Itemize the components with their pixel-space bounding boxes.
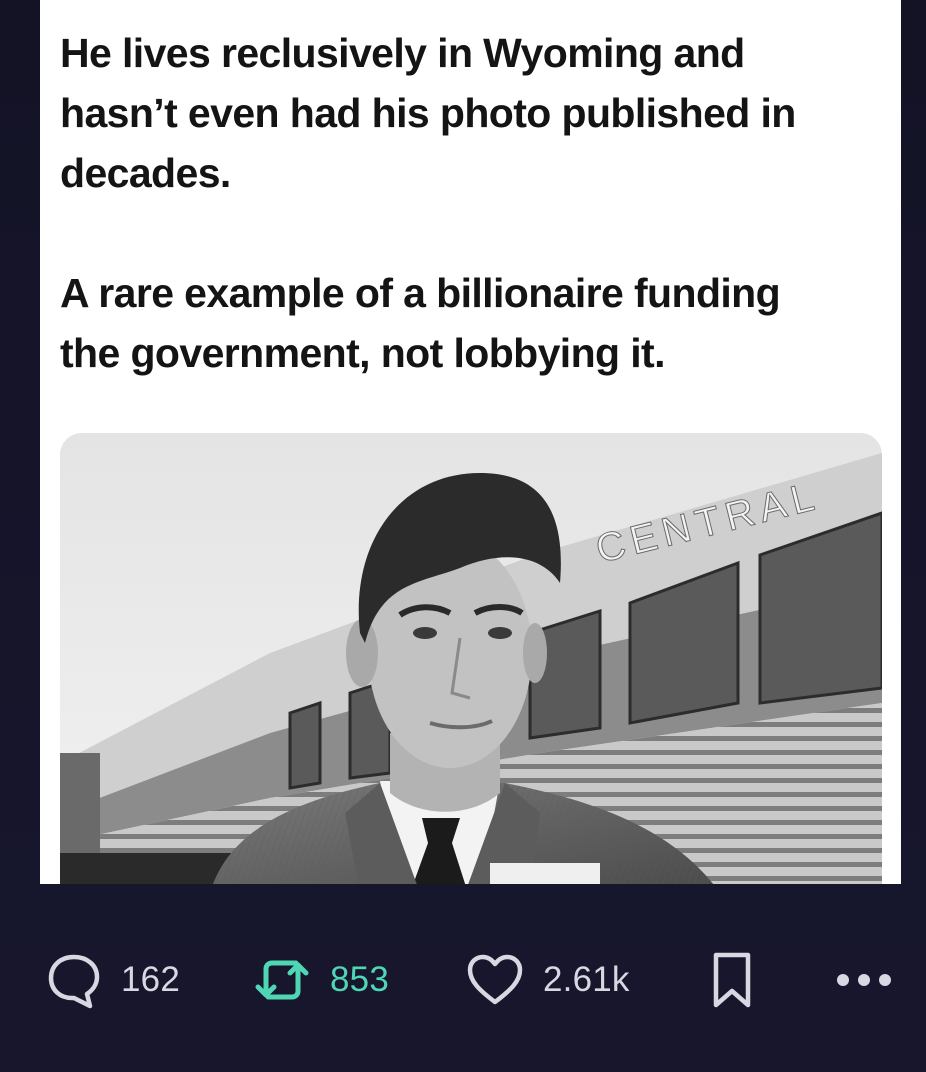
speech-bubble-icon [45,951,103,1009]
like-button[interactable]: 2.61k [465,940,630,1020]
post-photo[interactable]: CENTRAL [60,433,882,884]
retweet-count: 853 [330,960,389,999]
bookmark-button[interactable] [708,940,756,1020]
heart-icon [465,952,525,1008]
bookmark-icon [708,949,756,1011]
post-text-paragraph-1: He lives reclusively in Wyoming and hasn… [60,30,796,196]
like-count: 2.61k [543,960,630,999]
reply-button[interactable]: 162 [45,940,180,1020]
post-action-bar: 162 853 2.61k [0,940,926,1020]
more-options-button[interactable] [835,940,895,1020]
retweet-button[interactable]: 853 [252,940,389,1020]
more-dots-icon [835,970,895,990]
reply-count: 162 [121,960,180,999]
post-card[interactable]: He lives reclusively in Wyoming and hasn… [40,0,901,884]
retweet-arrows-icon [252,951,312,1009]
post-text-paragraph-2: A rare example of a billionaire funding … [60,270,781,376]
